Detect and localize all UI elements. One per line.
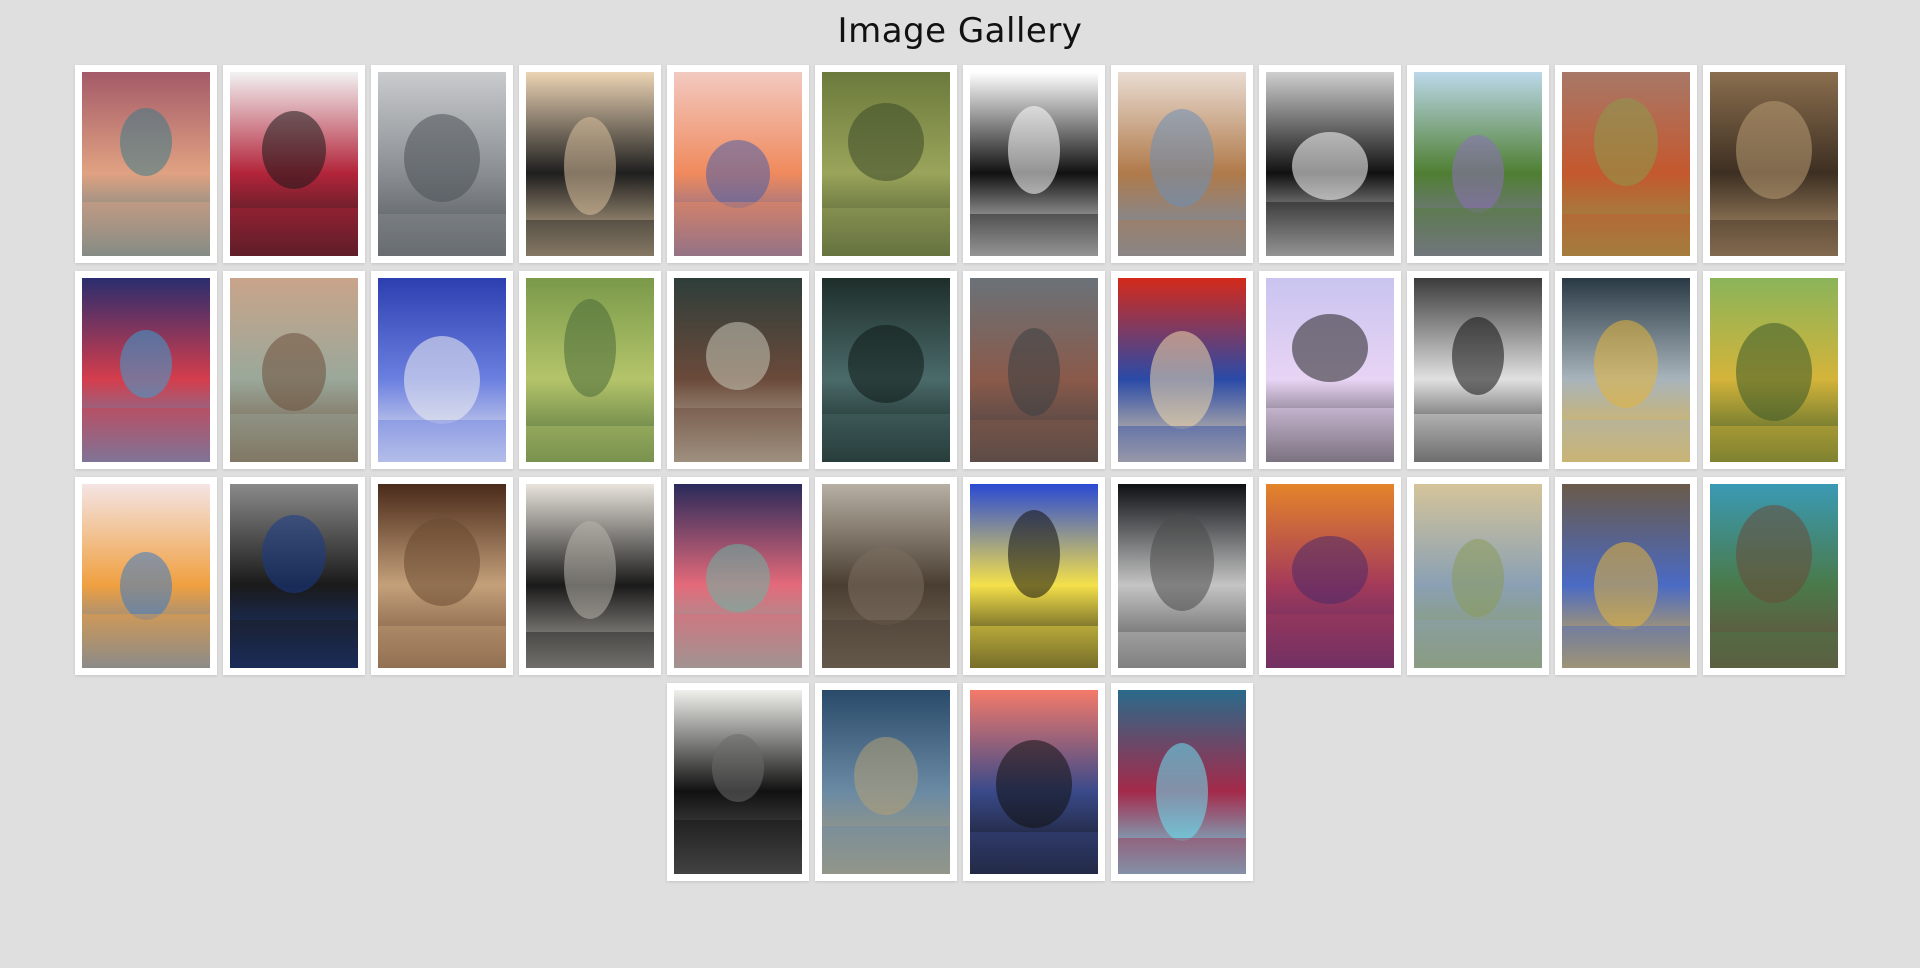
girl-and-dog-icon [1118, 72, 1246, 256]
gallery-card[interactable] [963, 683, 1105, 881]
gallery-card[interactable] [1555, 271, 1697, 469]
flamenco-dancer-icon [1118, 278, 1246, 462]
figure-with-shadow-icon [1710, 72, 1838, 256]
gallery-card[interactable] [519, 477, 661, 675]
blue-laundromat-icon [378, 278, 506, 462]
gallery-card[interactable] [75, 65, 217, 263]
gallery-card[interactable] [1703, 477, 1845, 675]
gallery-card[interactable] [667, 271, 809, 469]
the-scream-woodcut-icon [526, 484, 654, 668]
power-lines-sky-icon [1266, 278, 1394, 462]
gallery-card[interactable] [667, 683, 809, 881]
gallery-card[interactable] [815, 477, 957, 675]
woman-with-leaf-icon [230, 278, 358, 462]
demon-goat-portrait-icon [1118, 690, 1246, 874]
gallery-card[interactable] [815, 683, 957, 881]
gallery-card[interactable] [1407, 65, 1549, 263]
gallery-card[interactable] [1555, 65, 1697, 263]
gallery-card[interactable] [519, 271, 661, 469]
coastal-village-icon [1710, 484, 1838, 668]
embracing-couple-icon [822, 484, 950, 668]
gallery-card[interactable] [1703, 271, 1845, 469]
dark-fluffy-creature-icon [1414, 278, 1542, 462]
gallery-card[interactable] [1555, 477, 1697, 675]
gallery-card[interactable] [519, 65, 661, 263]
scribble-silhouette-poster-icon [674, 690, 802, 874]
gallery-card[interactable] [75, 477, 217, 675]
forest-path-anime-icon [526, 278, 654, 462]
gallery-card[interactable] [815, 271, 957, 469]
dark-forest-stream-icon [822, 278, 950, 462]
lighthouse-sunset-shore-icon [970, 690, 1098, 874]
gallery-card[interactable] [1259, 271, 1401, 469]
cottage-meadow-icon [1414, 72, 1542, 256]
gallery-card[interactable] [963, 271, 1105, 469]
misty-city-skyline-icon [378, 72, 506, 256]
gallery-card[interactable] [815, 65, 957, 263]
gallery-card[interactable] [1407, 477, 1549, 675]
watercolor-sunset-waves-icon [82, 484, 210, 668]
lake-sunset-icon [674, 72, 802, 256]
gallery-card[interactable] [223, 477, 365, 675]
gallery-card[interactable] [223, 271, 365, 469]
gallery-card[interactable] [1111, 271, 1253, 469]
gallery-card[interactable] [963, 477, 1105, 675]
gallery-card[interactable] [1703, 65, 1845, 263]
old-guitarist-icon [822, 690, 950, 874]
lighthouse-ruin-icon [970, 278, 1098, 462]
gallery-card[interactable] [1111, 65, 1253, 263]
hands-rubiks-cube-icon [1562, 72, 1690, 256]
woman-in-water-icon [674, 278, 802, 462]
face-distortion-painting-icon [82, 72, 210, 256]
gallery-card[interactable] [1259, 477, 1401, 675]
gallery-card[interactable] [667, 65, 809, 263]
bridge-water-lilies-icon [822, 72, 950, 256]
sunflower-head-man-icon [1710, 278, 1838, 462]
gallery-card[interactable] [963, 65, 1105, 263]
gallery-card[interactable] [223, 65, 365, 263]
gallery-card[interactable] [371, 477, 513, 675]
gallery-card[interactable] [1407, 271, 1549, 469]
gallery-card[interactable] [371, 271, 513, 469]
gallery-card[interactable] [1111, 477, 1253, 675]
gallery-card[interactable] [1259, 65, 1401, 263]
gallery-card[interactable] [371, 65, 513, 263]
gallery-card[interactable] [667, 477, 809, 675]
cluttered-neon-room-icon [82, 278, 210, 462]
gallery-card[interactable] [75, 271, 217, 469]
gallery-card[interactable] [1111, 683, 1253, 881]
floral-face-portrait-icon [230, 72, 358, 256]
lightbulb-woman-dark-icon [1118, 484, 1246, 668]
floating-island-whale-icon [674, 484, 802, 668]
autumn-forest-icon [1266, 484, 1394, 668]
puzzle-silhouette-icon [526, 72, 654, 256]
streetlamp-figure-icon [970, 484, 1098, 668]
man-with-masks-icon [1562, 278, 1690, 462]
line-art-faces-icon [970, 72, 1098, 256]
image-gallery-grid [70, 65, 1850, 881]
ink-creature-sketch-icon [1266, 72, 1394, 256]
beach-dunes-path-icon [1414, 484, 1542, 668]
page-title: Image Gallery [837, 11, 1083, 51]
ink-head-splash-icon [230, 484, 358, 668]
sleeping-figure-icon [378, 484, 506, 668]
glitch-girl-portrait-icon [1562, 484, 1690, 668]
